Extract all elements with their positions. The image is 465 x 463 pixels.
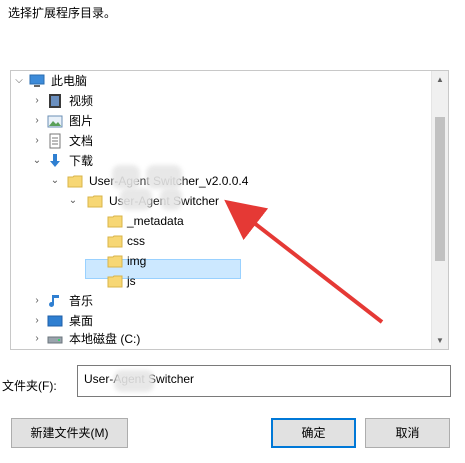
tree-item-label: _metadata [127, 214, 184, 228]
folder-icon [107, 213, 123, 229]
tree-item-label: 图片 [69, 114, 94, 128]
tree-item-label: 文档 [69, 134, 94, 148]
tree-item-label: 此电脑 [51, 74, 88, 88]
scroll-up-icon[interactable]: ▲ [432, 71, 448, 88]
download-arrow-icon [47, 153, 63, 169]
folder-icon [67, 173, 83, 189]
chevron-right-icon[interactable]: › [31, 111, 43, 131]
tree-item-label: img [127, 254, 147, 268]
folder-tree[interactable]: ⌵ 此电脑 › 视频 › 图片 › 文档 ⌄ 下载 ⌄ Switcher_v2.… [10, 70, 449, 350]
folder-icon [107, 273, 123, 289]
blur-patch [120, 188, 152, 210]
scroll-down-icon[interactable]: ▼ [432, 332, 448, 349]
folder-icon [107, 233, 123, 249]
new-folder-button[interactable]: 新建文件夹(M) [11, 418, 128, 448]
tree-item-label: 音乐 [69, 294, 94, 308]
blur-patch [114, 370, 154, 392]
ok-button[interactable]: 确定 [271, 418, 356, 448]
tree-item-label: 本地磁盘 (C:) [69, 332, 141, 346]
tree-item-label: 视频 [69, 94, 94, 108]
chevron-right-icon[interactable]: › [31, 291, 43, 311]
vertical-scrollbar[interactable]: ▲ ▼ [431, 71, 448, 349]
cancel-button[interactable]: 取消 [365, 418, 450, 448]
folder-icon [87, 193, 103, 209]
pictures-folder-icon [47, 113, 63, 129]
chevron-right-icon[interactable]: › [31, 311, 43, 331]
tree-item-label: css [127, 234, 145, 248]
folder-icon [107, 253, 123, 269]
chevron-right-icon[interactable]: › [31, 131, 43, 151]
scrollbar-thumb[interactable] [435, 117, 445, 261]
chevron-down-icon[interactable]: ⌄ [67, 191, 79, 211]
dialog-prompt: 选择扩展程序目录。 [8, 6, 117, 20]
blur-patch [160, 188, 182, 210]
chevron-right-icon[interactable]: › [31, 329, 43, 349]
video-folder-icon [47, 93, 63, 109]
chevron-down-icon[interactable]: ⌄ [49, 171, 61, 191]
music-note-icon [47, 293, 63, 309]
blur-patch [146, 165, 182, 189]
drive-icon [47, 331, 63, 347]
documents-folder-icon [47, 133, 63, 149]
folder-field-label: 文件夹(F): [2, 379, 57, 393]
chevron-down-icon[interactable]: ⌵ [13, 71, 25, 91]
tree-item-label: js [127, 274, 136, 288]
blur-patch [112, 165, 140, 189]
computer-icon [29, 73, 45, 89]
desktop-icon [47, 313, 63, 329]
chevron-right-icon[interactable]: › [31, 91, 43, 111]
chevron-down-icon[interactable]: ⌄ [31, 151, 43, 171]
tree-item-label: 下载 [69, 154, 94, 168]
tree-item-label: 桌面 [69, 314, 94, 328]
